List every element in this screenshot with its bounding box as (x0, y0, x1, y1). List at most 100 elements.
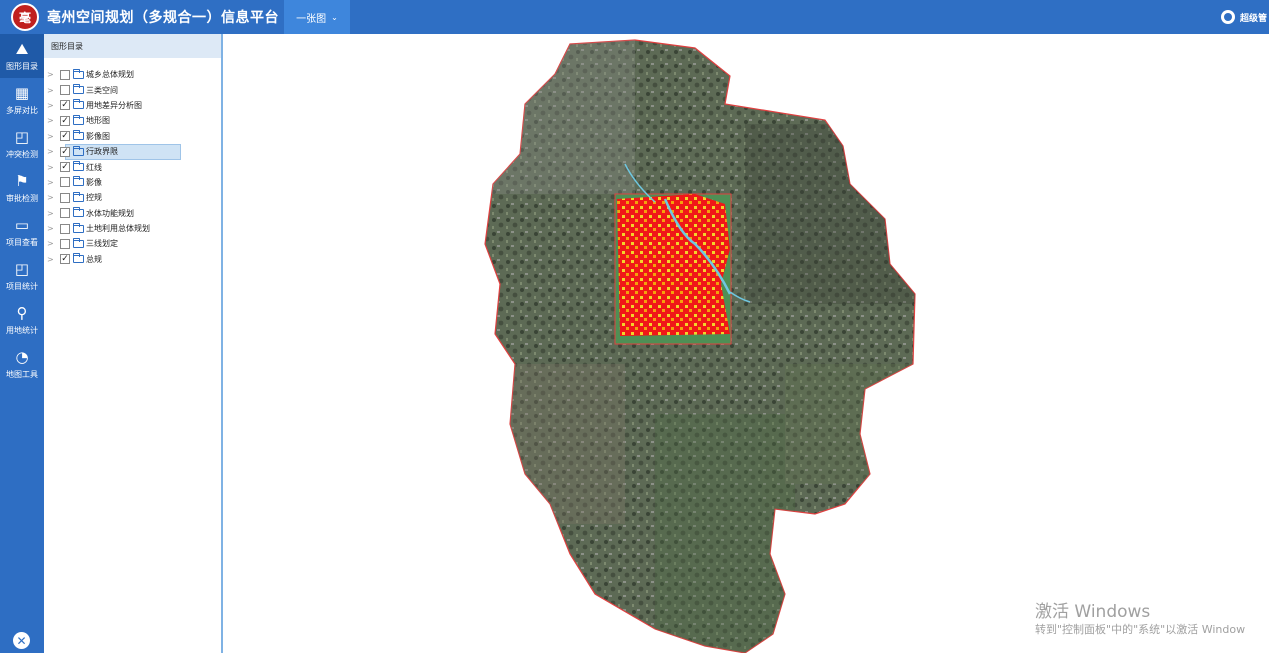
map-viewport[interactable]: 激活 Windows 转到"控制面板"中的"系统"以激活 Window (225, 34, 1269, 653)
user-name: 超级管 (1239, 13, 1267, 24)
chevron-down-icon: ⌄ (331, 12, 338, 22)
tree-item[interactable]: > ✓ 地形图 (44, 113, 221, 128)
nav-label: 用地统计 (6, 325, 38, 335)
layer-tree: > 城乡总体规划 > 三类空间 > ✓ 用地差异分析图 > ✓ 地形图 > ✓ (44, 58, 221, 267)
layer-checkbox[interactable]: ✓ (60, 146, 70, 157)
tree-item[interactable]: > ✓ 红线 (44, 159, 221, 174)
layer-checkbox[interactable] (60, 177, 70, 188)
top-header: 毫 亳州空间规划（多规合一）信息平台 一张图 ⌄ 超级管 (0, 0, 1269, 34)
tree-item-label: 三线划定 (86, 239, 118, 249)
tree-item[interactable]: > 三线划定 (44, 236, 221, 251)
nav-project-view[interactable]: ▭ 项目查看 (0, 210, 44, 254)
tree-item[interactable]: > ✓ 影像图 (44, 129, 221, 144)
tree-item-label: 总规 (86, 254, 102, 264)
layer-checkbox[interactable] (60, 192, 70, 203)
chevron-right-icon[interactable]: > (47, 239, 57, 248)
user-menu[interactable]: 超级管 (1220, 0, 1269, 34)
layer-checkbox[interactable] (60, 208, 70, 219)
chevron-right-icon[interactable]: > (47, 178, 57, 187)
folder-icon (73, 191, 84, 202)
layer-checkbox[interactable]: ✓ (60, 254, 70, 265)
app-title: 亳州空间规划（多规合一）信息平台 (47, 10, 279, 26)
tree-item-selected[interactable]: > ✓ 行政界限 (44, 143, 221, 161)
folder-icon (73, 237, 84, 248)
folder-icon (73, 130, 84, 141)
folder-icon (73, 207, 84, 218)
folder-icon (73, 176, 84, 187)
chevron-right-icon[interactable]: > (47, 70, 57, 79)
tree-item-label: 控规 (86, 193, 102, 203)
map-canvas[interactable] (225, 34, 1269, 653)
tree-item[interactable]: > 城乡总体规划 (44, 67, 221, 82)
tree-item[interactable]: > 水体功能规划 (44, 206, 221, 221)
folder-icon (73, 68, 84, 79)
chevron-right-icon[interactable]: > (47, 255, 57, 264)
search-window-icon: ◰ (14, 128, 30, 146)
chevron-right-icon[interactable]: > (47, 209, 57, 218)
windows-activation-watermark: 激活 Windows 转到"控制面板"中的"系统"以激活 Window (1035, 602, 1245, 637)
watermark-line-1: 激活 Windows (1035, 602, 1151, 622)
tree-item-label: 红线 (86, 162, 102, 172)
chevron-right-icon[interactable]: > (47, 224, 57, 233)
nav-label: 冲突检测 (6, 149, 38, 159)
watermark-line-2: 转到"控制面板"中的"系统"以激活 Window (1035, 623, 1246, 636)
view-switch-label: 一张图 (296, 13, 327, 25)
tree-item-label: 行政界限 (86, 147, 118, 157)
layer-checkbox[interactable]: ✓ (60, 162, 70, 173)
nav-multi-screen-compare[interactable]: ▦ 多屏对比 (0, 78, 44, 122)
chevron-right-icon[interactable]: > (47, 116, 57, 125)
layer-checkbox[interactable] (60, 238, 70, 249)
nav-label: 项目统计 (6, 281, 38, 291)
folder-icon (73, 161, 84, 172)
tree-item-label: 水体功能规划 (86, 208, 134, 218)
folder-icon (73, 114, 84, 125)
folder-icon (73, 222, 84, 233)
layer-catalog-panel: 图形目录 > 城乡总体规划 > 三类空间 > ✓ 用地差异分析图 > ✓ 地形图… (44, 34, 223, 653)
nav-approval-check[interactable]: ⚑ 审批检测 (0, 166, 44, 210)
tree-item[interactable]: > ✓ 用地差异分析图 (44, 98, 221, 113)
layer-checkbox[interactable] (60, 223, 70, 234)
nav-project-stats[interactable]: ◰ 项目统计 (0, 254, 44, 298)
folder-search-icon: ◰ (14, 260, 30, 278)
close-circle-icon[interactable]: ✕ (13, 632, 30, 649)
tree-item-label: 影像图 (86, 131, 110, 141)
folder-icon (73, 84, 84, 95)
layer-checkbox[interactable]: ✓ (60, 131, 70, 142)
panel-title: 图形目录 (44, 34, 221, 58)
nav-layer-catalog[interactable]: ⛰ 图形目录 (0, 34, 44, 78)
tree-item[interactable]: > 影像 (44, 175, 221, 190)
folder-icon (73, 145, 84, 156)
app-logo: 毫 (11, 3, 39, 31)
view-switch-dropdown[interactable]: 一张图 ⌄ (284, 0, 350, 34)
nav-map-tools[interactable]: ◔ 地图工具 (0, 342, 44, 386)
chevron-right-icon[interactable]: > (47, 163, 57, 172)
chevron-right-icon[interactable]: > (47, 193, 57, 202)
pie-chart-icon: ◔ (15, 348, 29, 366)
monitor-icon: ▭ (14, 216, 30, 234)
chevron-right-icon[interactable]: > (47, 132, 57, 141)
tree-item-label: 土地利用总体规划 (86, 224, 150, 234)
magnifier-icon: ⚲ (16, 304, 28, 322)
layer-checkbox[interactable] (60, 85, 70, 96)
layer-checkbox[interactable]: ✓ (60, 115, 70, 126)
chevron-right-icon[interactable]: > (47, 147, 57, 156)
nav-land-use-stats[interactable]: ⚲ 用地统计 (0, 298, 44, 342)
flag-icon: ⚑ (15, 172, 29, 190)
chevron-right-icon[interactable]: > (47, 86, 57, 95)
nav-label: 图形目录 (6, 61, 38, 71)
nav-conflict-check[interactable]: ◰ 冲突检测 (0, 122, 44, 166)
tree-item[interactable]: > ✓ 总规 (44, 252, 221, 267)
tree-item[interactable]: > 三类空间 (44, 82, 221, 97)
layer-checkbox[interactable] (60, 69, 70, 80)
user-icon (1220, 10, 1235, 24)
nav-label: 地图工具 (6, 369, 38, 379)
map-icon: ⛰ (15, 40, 29, 58)
grid-icon: ▦ (14, 84, 30, 102)
chevron-right-icon[interactable]: > (47, 101, 57, 110)
tree-item-label: 影像 (86, 177, 102, 187)
layer-checkbox[interactable]: ✓ (60, 100, 70, 111)
tree-item-label: 城乡总体规划 (86, 70, 134, 80)
tree-item[interactable]: > 控规 (44, 190, 221, 205)
folder-icon (73, 253, 84, 264)
tree-item[interactable]: > 土地利用总体规划 (44, 221, 221, 236)
